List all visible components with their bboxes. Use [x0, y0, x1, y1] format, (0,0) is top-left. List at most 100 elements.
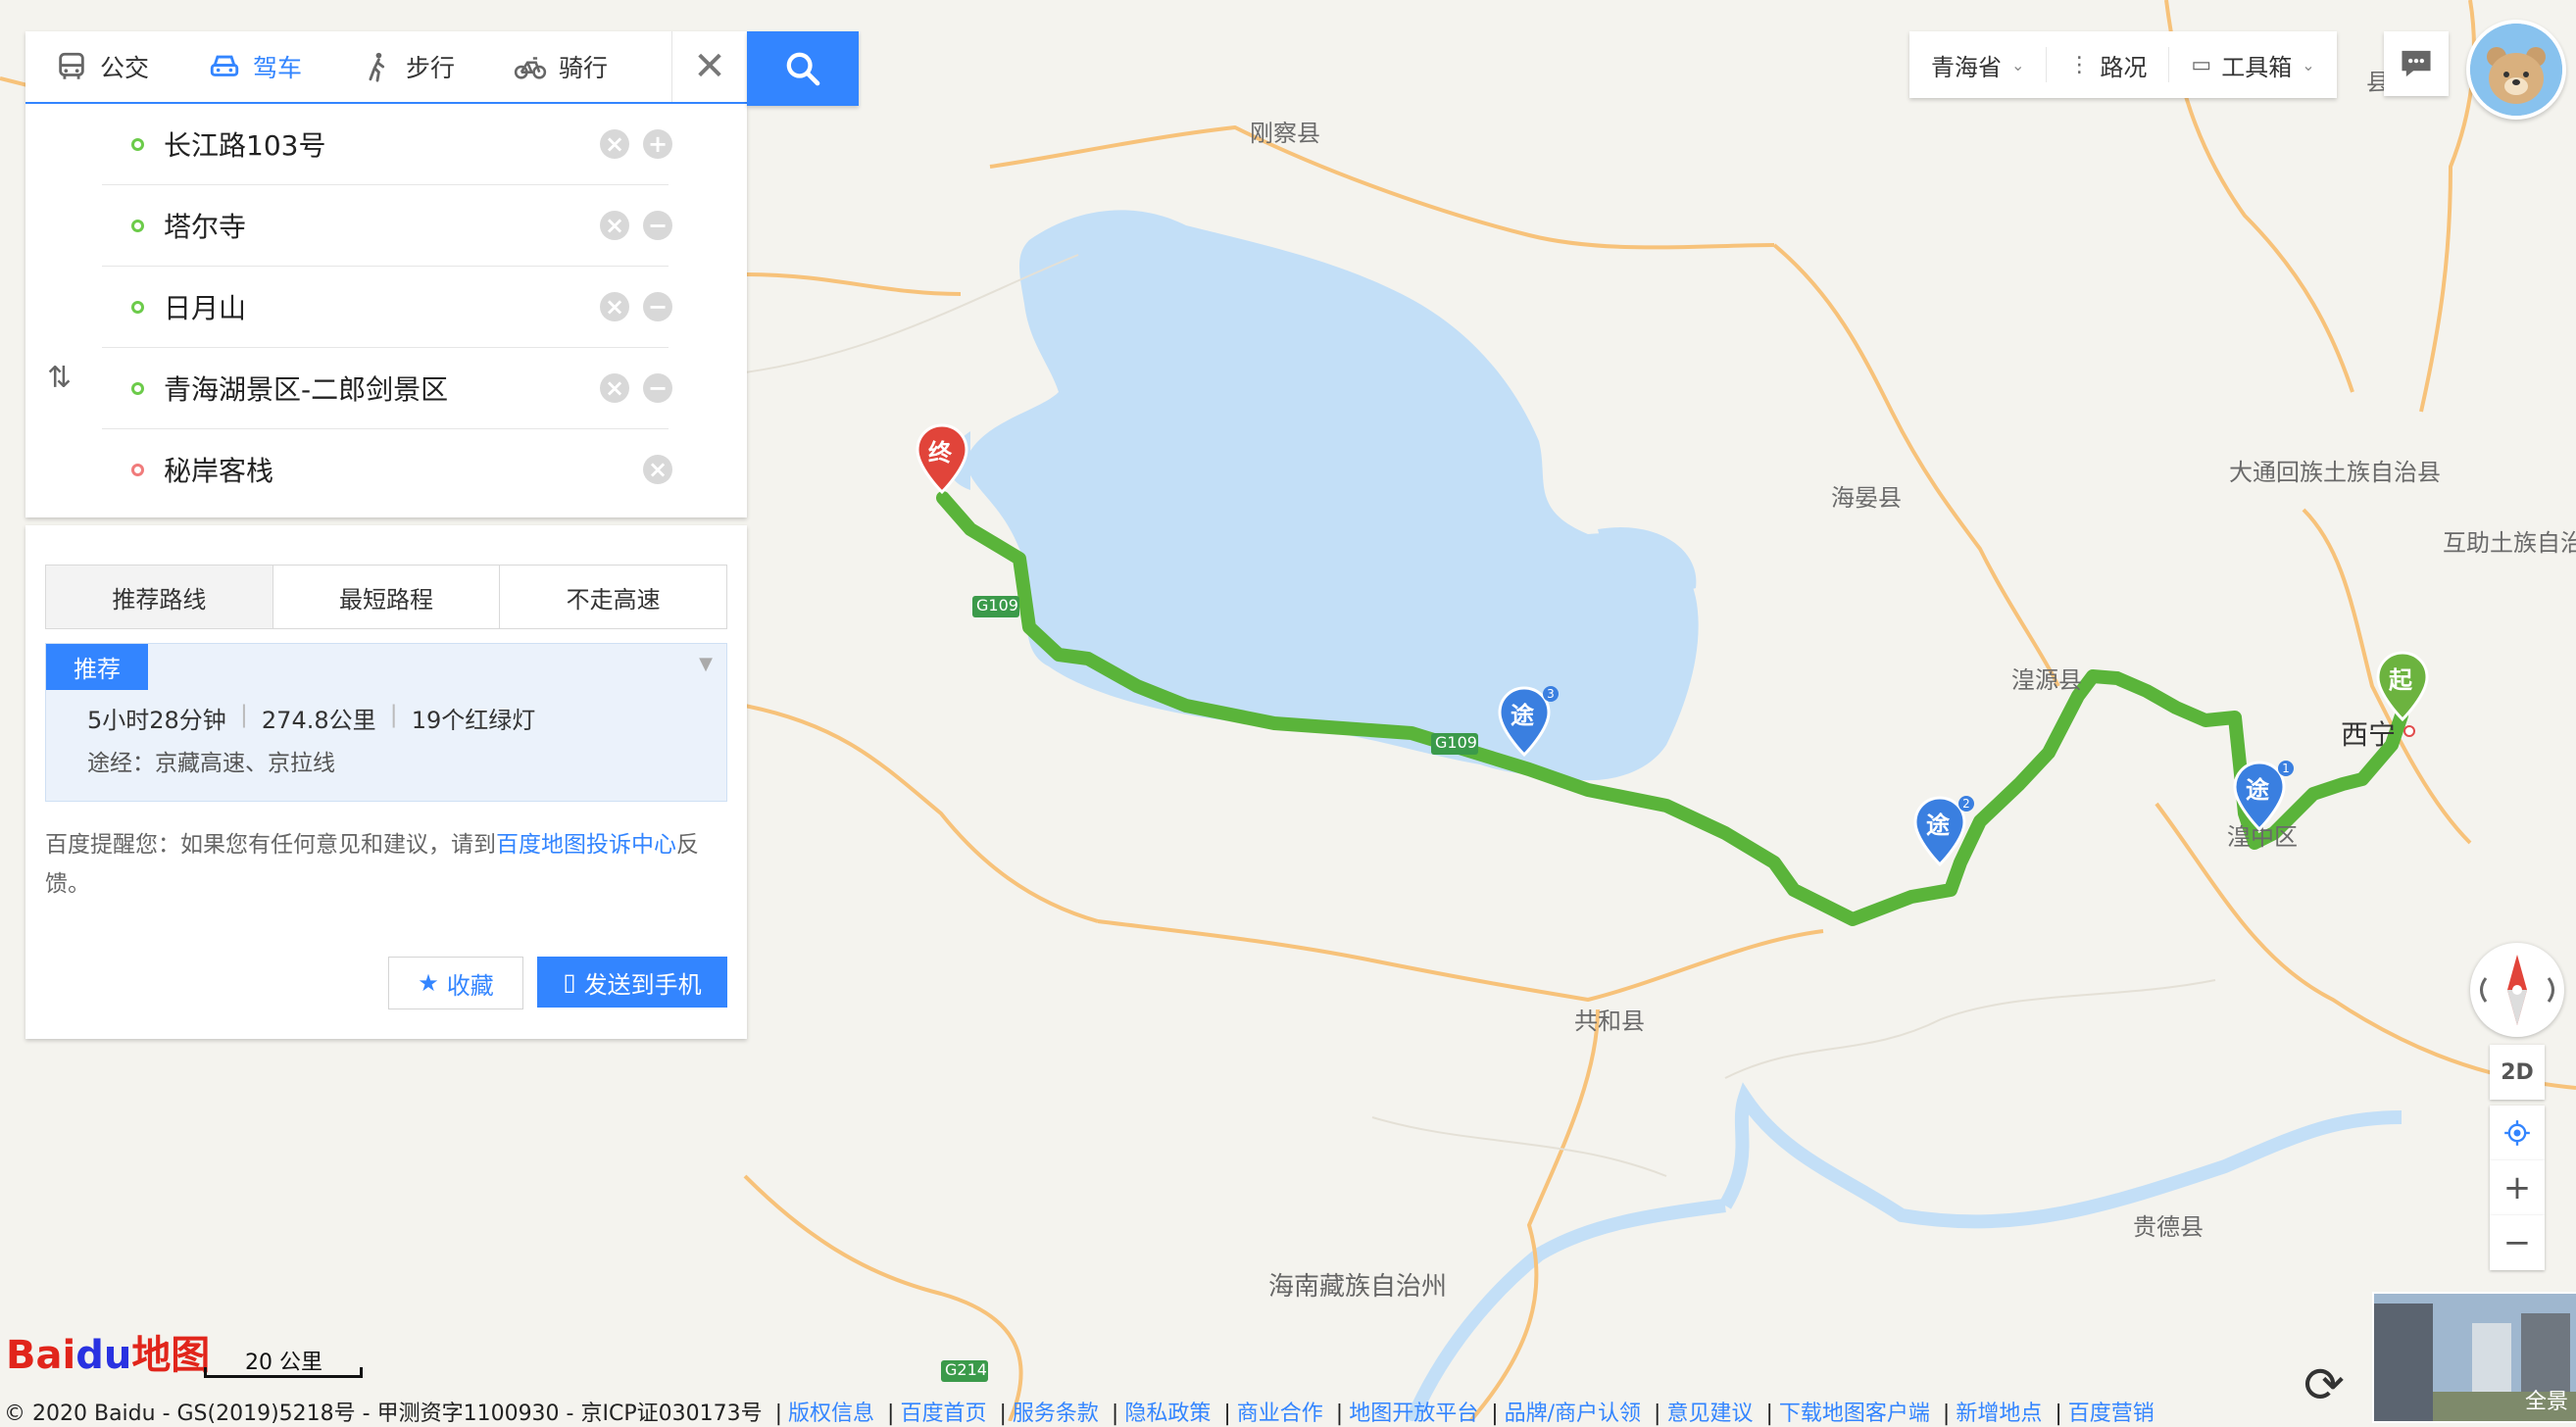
view-2d-button[interactable]: 2D — [2490, 1045, 2545, 1100]
search-button[interactable] — [747, 31, 859, 106]
tab-bike[interactable]: 骑行 — [484, 31, 637, 102]
refresh-icon[interactable]: ⟳ — [2304, 1360, 2345, 1409]
tab-recommended[interactable]: 推荐路线 — [46, 566, 273, 628]
footer-link[interactable]: 百度首页 — [900, 1402, 986, 1426]
panorama-thumbnail[interactable]: 全景 — [2372, 1292, 2576, 1423]
waypoint-via[interactable]: 青海湖景区-二郎剑景区 × − — [102, 348, 672, 429]
footer-link[interactable]: 服务条款 — [1013, 1402, 1099, 1426]
start-marker[interactable]: 起 — [2376, 651, 2429, 725]
toolbox-icon: ▭ — [2191, 52, 2212, 77]
footer-link[interactable]: 新增地点 — [1956, 1402, 2042, 1426]
footer-link[interactable]: 隐私政策 — [1124, 1402, 1211, 1426]
tab-bike-label: 骑行 — [559, 54, 609, 82]
zoom-in-button[interactable]: + — [2490, 1160, 2545, 1215]
remove-waypoint-icon[interactable]: − — [643, 292, 672, 321]
compass-icon — [2480, 955, 2554, 1025]
clear-icon[interactable]: × — [600, 129, 629, 159]
place-label: 互助土族自治 — [2443, 529, 2576, 557]
end-marker[interactable]: 终 — [916, 423, 968, 498]
bike-icon — [514, 57, 547, 79]
remove-waypoint-icon[interactable]: − — [643, 373, 672, 403]
footer-link[interactable]: 地图开放平台 — [1349, 1402, 1478, 1426]
waypoint-input[interactable]: 日月山 — [164, 287, 669, 326]
baidu-map-logo[interactable]: Baidu地图 — [6, 1323, 210, 1380]
zoom-out-button[interactable]: − — [2490, 1215, 2545, 1270]
tab-walk[interactable]: 步行 — [331, 31, 484, 102]
via-marker-2[interactable]: 途 2 — [1913, 796, 1974, 874]
close-button[interactable]: ✕ — [671, 31, 747, 102]
via-marker-index: 3 — [1543, 686, 1559, 702]
waypoint-input[interactable]: 秘岸客栈 — [164, 450, 669, 489]
clear-icon[interactable]: × — [600, 292, 629, 321]
locate-button[interactable] — [2490, 1106, 2545, 1160]
tab-shortest[interactable]: 最短路程 — [273, 566, 501, 628]
route-duration: 5小时28分钟 — [87, 707, 226, 734]
tab-no-highway[interactable]: 不走高速 — [500, 566, 726, 628]
waypoint-via[interactable]: 塔尔寺 × − — [102, 185, 672, 267]
toolbox-label: 工具箱 — [2221, 53, 2293, 81]
traffic-toggle[interactable]: ⋮ 路况 — [2047, 47, 2170, 82]
footer-link[interactable]: 商业合作 — [1237, 1402, 1323, 1426]
compass-control[interactable] — [2470, 943, 2564, 1037]
divider: | — [239, 701, 248, 728]
place-label: 海南藏族自治州 — [1268, 1272, 1448, 1302]
route-stats: 5小时28分钟 | 274.8公里 | 19个红绿灯 — [87, 701, 535, 735]
send-to-phone-button[interactable]: ▯ 发送到手机 — [537, 957, 727, 1008]
footer-link[interactable]: 百度营销 — [2068, 1402, 2155, 1426]
route-distance: 274.8公里 — [261, 707, 376, 734]
map-toolbar: 青海省 ⌄ ⋮ 路况 ▭ 工具箱 ⌄ — [1909, 31, 2337, 98]
phone-icon: ▯ — [563, 968, 576, 996]
place-label: 大通回族土族自治县 — [2229, 459, 2441, 486]
bus-icon — [59, 52, 84, 79]
waypoint-start[interactable]: 长江路103号 × + — [102, 104, 672, 185]
chevron-down-icon[interactable]: ▼ — [699, 654, 713, 674]
favorite-label: 收藏 — [446, 971, 494, 1000]
route-traffic-lights: 19个红绿灯 — [411, 707, 536, 734]
search-icon — [786, 52, 820, 86]
remove-waypoint-icon[interactable]: − — [643, 211, 672, 240]
footer-link[interactable]: 品牌/商户认领 — [1505, 1402, 1641, 1426]
add-waypoint-icon[interactable]: + — [643, 129, 672, 159]
chat-icon — [2402, 50, 2431, 77]
avatar[interactable] — [2466, 20, 2566, 120]
walk-icon — [369, 52, 385, 82]
favorite-button[interactable]: ★ 收藏 — [388, 957, 523, 1009]
copyright-text: © 2020 Baidu - GS(2019)5218号 - 甲测资字11009… — [4, 1402, 763, 1426]
province-label: 青海省 — [1931, 53, 2002, 81]
waypoint-input[interactable]: 塔尔寺 — [164, 206, 669, 245]
footer-link[interactable]: 版权信息 — [788, 1402, 874, 1426]
footer-link[interactable]: 意见建议 — [1666, 1402, 1753, 1426]
scale-line — [204, 1367, 363, 1378]
clear-icon[interactable]: × — [600, 211, 629, 240]
waypoint-end[interactable]: 秘岸客栈 × — [102, 429, 672, 510]
via-marker-3[interactable]: 途 3 — [1498, 686, 1559, 764]
via-dot-icon — [131, 300, 144, 314]
place-label: 海晏县 — [1831, 484, 1902, 512]
province-selector[interactable]: 青海省 ⌄ — [1909, 47, 2048, 82]
route-result-panel: 推荐路线 最短路程 不走高速 推荐 ▼ 5小时28分钟 | 274.8公里 | … — [25, 525, 747, 1039]
place-label: 共和县 — [1574, 1008, 1645, 1035]
swap-route-icon[interactable]: ⇅ — [47, 361, 72, 395]
toolbox-menu[interactable]: ▭ 工具箱 ⌄ — [2169, 47, 2336, 82]
waypoint-list: ⇅ 长江路103号 × + 塔尔寺 × − 日月山 × − 青海湖景区-二郎剑景区 ×… — [25, 104, 747, 517]
route-search-panel: 公交 驾车 步行 骑行 ✕ ⇅ 长江路103号 × + 塔尔寺 × − 日月山 … — [25, 31, 747, 517]
message-button[interactable] — [2384, 31, 2449, 96]
end-dot-icon — [131, 463, 144, 476]
footer-link[interactable]: 下载地图客户端 — [1779, 1402, 1930, 1426]
recommended-route-card[interactable]: 推荐 ▼ 5小时28分钟 | 274.8公里 | 19个红绿灯 途经：京藏高速、… — [45, 643, 727, 802]
divider: | — [389, 701, 398, 728]
complaint-center-link[interactable]: 百度地图投诉中心 — [496, 832, 676, 858]
road-shield-g109: G109 — [976, 596, 1018, 615]
clear-icon[interactable]: × — [600, 373, 629, 403]
via-marker-1[interactable]: 途 1 — [2233, 761, 2294, 839]
tab-bus[interactable]: 公交 — [25, 31, 178, 102]
waypoint-input[interactable]: 长江路103号 — [164, 124, 669, 164]
via-dot-icon — [131, 381, 144, 395]
tab-car[interactable]: 驾车 — [178, 31, 331, 102]
waypoint-via[interactable]: 日月山 × − — [102, 267, 672, 348]
clear-icon[interactable]: × — [643, 455, 672, 484]
place-label: 贵德县 — [2133, 1213, 2204, 1241]
waypoint-input[interactable]: 青海湖景区-二郎剑景区 — [164, 369, 669, 408]
via-marker-label: 途 — [2246, 776, 2269, 804]
end-marker-label: 终 — [928, 439, 952, 467]
